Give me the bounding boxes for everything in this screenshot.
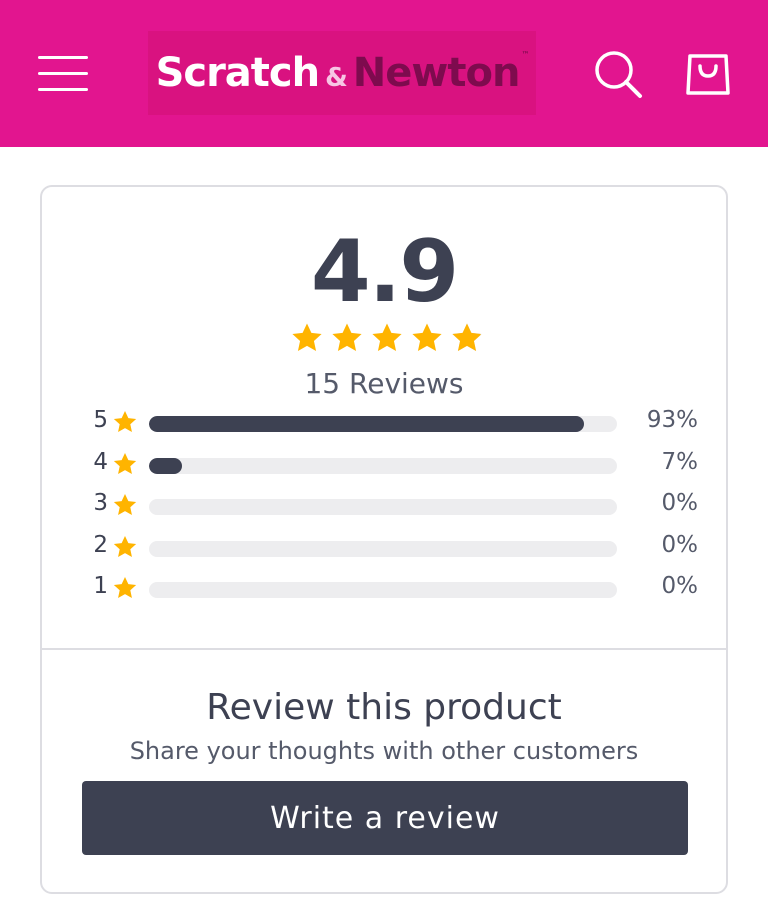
rating-bar-fill <box>149 416 585 432</box>
star-shape <box>113 452 137 474</box>
rating-row-5[interactable]: 5 93% <box>88 406 698 440</box>
star-shape <box>113 535 137 557</box>
shopping-bag-icon[interactable] <box>684 48 732 98</box>
divider <box>42 648 726 650</box>
average-rating: 4.9 <box>310 222 459 322</box>
rating-bar-track <box>149 582 617 598</box>
star-icon <box>112 575 138 601</box>
star-shape <box>292 323 322 352</box>
rating-row-2[interactable]: 2 0% <box>88 531 698 565</box>
review-section-subtitle: Share your thoughts with other customers <box>129 737 639 765</box>
star-shape <box>452 323 482 352</box>
star-shape <box>372 323 402 352</box>
logo-ampersand: & <box>325 63 348 93</box>
rating-row-stars-label: 2 <box>93 531 108 558</box>
rating-bar-track <box>149 457 617 474</box>
rating-row-1[interactable]: 1 0% <box>88 572 698 606</box>
review-section-title: Review this product <box>206 687 562 728</box>
write-review-button[interactable]: Write a review <box>82 781 688 855</box>
rating-row-percent: 0% <box>661 490 699 516</box>
rating-row-3[interactable]: 3 0% <box>88 489 698 523</box>
star-icon <box>112 409 138 435</box>
star-shape <box>113 410 137 432</box>
rating-row-stars-label: 1 <box>93 573 108 599</box>
rating-bar-track <box>149 416 617 432</box>
brand-logo[interactable]: Scratch & Newton ™ <box>148 31 536 115</box>
star-icon <box>112 534 138 560</box>
rating-row-percent: 0% <box>661 531 699 558</box>
rating-bar-track <box>149 540 617 557</box>
star-icon <box>330 321 364 355</box>
reviews-summary-card: 4.9 15 Reviews 5 93% 4 7% 3 0% 2 0% 1 0% Review t… <box>40 185 728 894</box>
logo-trademark: ™ <box>521 50 529 59</box>
star-icon <box>450 321 484 355</box>
logo-word-scratch: Scratch <box>155 50 321 96</box>
rating-row-percent: 7% <box>661 448 699 475</box>
star-icon <box>410 321 444 355</box>
rating-row-stars-label: 4 <box>93 448 108 475</box>
star-icon <box>290 321 324 355</box>
rating-row-4[interactable]: 4 7% <box>88 448 698 482</box>
star-shape <box>332 323 362 352</box>
hamburger-menu-icon[interactable] <box>38 56 88 92</box>
rating-bar-fill <box>149 457 182 474</box>
rating-bar-track <box>149 499 617 515</box>
rating-row-percent: 0% <box>661 573 699 599</box>
reviews-count: 15 Reviews <box>304 367 464 400</box>
star-shape <box>113 576 137 598</box>
star-shape <box>113 493 137 515</box>
site-header: Scratch & Newton ™ <box>0 0 768 147</box>
rating-row-stars-label: 3 <box>93 490 108 516</box>
star-icon <box>370 321 404 355</box>
star-icon <box>112 492 138 518</box>
star-shape <box>412 323 442 352</box>
rating-row-percent: 93% <box>646 407 698 433</box>
rating-row-stars-label: 5 <box>93 407 108 433</box>
search-icon[interactable] <box>592 48 644 100</box>
star-icon <box>112 451 138 477</box>
logo-word-newton: Newton <box>352 50 521 96</box>
average-stars <box>290 321 490 361</box>
